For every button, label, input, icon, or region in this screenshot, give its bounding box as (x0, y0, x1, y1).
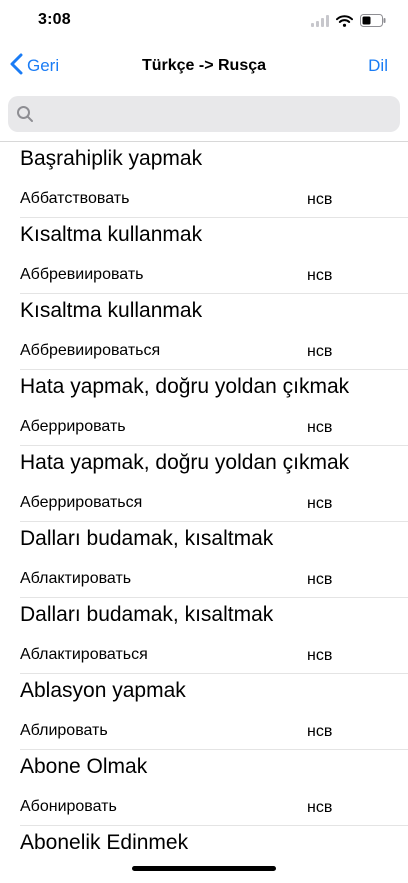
russian-term: Аблактировать (20, 570, 132, 587)
russian-term: Аббатствовать (20, 190, 130, 207)
list-item[interactable]: Abone Olmak Абонировать нсв (0, 750, 408, 826)
turkish-term: Kısaltma kullanmak (20, 223, 203, 246)
home-indicator[interactable] (132, 866, 276, 871)
russian-term: Аберрироваться (20, 494, 143, 511)
status-bar: 3:08 (0, 0, 408, 44)
translation-list[interactable]: Başrahiplik yapmak Аббатствовать нсв Kıs… (0, 142, 408, 850)
list-item[interactable]: Dalları budamak, kısaltmak Аблактировать… (0, 522, 408, 598)
russian-term: Аббревиироваться (20, 342, 161, 359)
list-item[interactable]: Hata yapmak, doğru yoldan çıkmak Аберрир… (0, 370, 408, 446)
back-button-label: Geri (27, 56, 60, 75)
russian-term: Аблировать (20, 722, 108, 739)
aspect-label: нсв (307, 191, 333, 208)
signal-icon (311, 14, 329, 32)
list-item[interactable]: Ablasyon yapmak Аблировать нсв (0, 674, 408, 750)
russian-term: Аббревиировать (20, 266, 144, 283)
status-time: 3:08 (38, 11, 71, 28)
turkish-term: Dalları budamak, kısaltmak (20, 527, 274, 550)
search-bar[interactable] (8, 96, 400, 134)
search-input[interactable] (40, 96, 394, 134)
list-item[interactable]: Dalları budamak, kısaltmak Аблактировать… (0, 598, 408, 674)
list-item[interactable]: Başrahiplik yapmak Аббатствовать нсв (0, 142, 408, 218)
turkish-term: Hata yapmak, doğru yoldan çıkmak (20, 451, 350, 474)
aspect-label: нсв (307, 267, 333, 284)
navigation-bar: Türkçe -> Rusça Geri Dil (0, 44, 408, 88)
russian-term: Аберрировать (20, 418, 126, 435)
russian-term: Аблактироваться (20, 646, 148, 663)
chevron-left-icon (10, 53, 27, 80)
page-title: Türkçe -> Rusça (141, 57, 267, 74)
aspect-label: нсв (307, 571, 333, 588)
aspect-label: нсв (307, 799, 333, 816)
aspect-label: нсв (307, 343, 333, 360)
status-icons (311, 14, 386, 32)
russian-term: Абонировать (20, 798, 117, 815)
aspect-label: нсв (307, 495, 333, 512)
list-item[interactable]: Hata yapmak, doğru yoldan çıkmak Аберрир… (0, 446, 408, 522)
list-item[interactable]: Kısaltma kullanmak Аббревиировать нсв (0, 218, 408, 294)
turkish-term: Abonelik Edinmek (20, 831, 189, 850)
list-item[interactable]: Kısaltma kullanmak Аббревиироваться нсв (0, 294, 408, 370)
search-icon (16, 105, 34, 128)
turkish-term: Hata yapmak, doğru yoldan çıkmak (20, 375, 350, 398)
turkish-term: Başrahiplik yapmak (20, 147, 203, 170)
back-button[interactable]: Geri (10, 44, 59, 88)
battery-icon (360, 14, 386, 32)
aspect-label: нсв (307, 647, 333, 664)
turkish-term: Abone Olmak (20, 755, 148, 778)
turkish-term: Dalları budamak, kısaltmak (20, 603, 274, 626)
list-item[interactable]: Abonelik Edinmek (0, 826, 408, 850)
language-button[interactable]: Dil (368, 44, 388, 88)
aspect-label: нсв (307, 419, 333, 436)
turkish-term: Kısaltma kullanmak (20, 299, 203, 322)
aspect-label: нсв (307, 723, 333, 740)
turkish-term: Ablasyon yapmak (20, 679, 186, 702)
wifi-icon (336, 14, 353, 32)
